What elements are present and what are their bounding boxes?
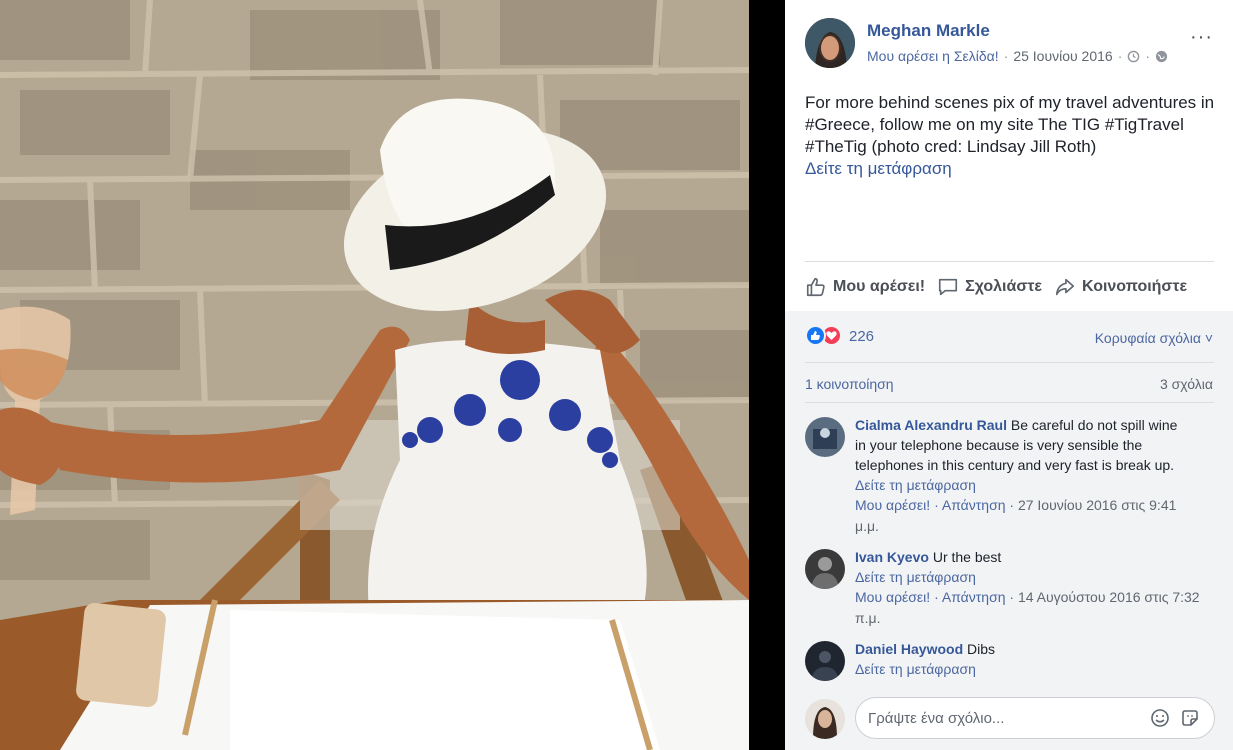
clock-icon: [1128, 50, 1140, 62]
comment-body: Cialma Alexandru Raul Be careful do not …: [855, 415, 1185, 475]
comment-item: Cialma Alexandru Raul Be careful do not …: [805, 415, 1214, 537]
photo-theater: Meghan Markle Μου αρέσει η Σελίδα! · 25 …: [0, 0, 1233, 750]
comment-actions: Μου αρέσει! · Απάντηση · 27 Ιουνίου 2016…: [855, 497, 1177, 534]
shares-count-link[interactable]: 1 κοινοποίηση: [805, 376, 894, 392]
commenter-name[interactable]: Ivan Kyevo: [855, 549, 929, 565]
current-user-avatar: [805, 699, 845, 739]
post-options-button[interactable]: ···: [1190, 27, 1213, 47]
comment-like-link[interactable]: Μου αρέσει!: [855, 589, 930, 605]
comment-input-wrapper: [855, 697, 1215, 739]
globe-icon: [1155, 50, 1168, 62]
post-text: For more behind scenes pix of my travel …: [805, 92, 1225, 180]
commenter-name[interactable]: Daniel Haywood: [855, 641, 963, 657]
comment-label: Σχολιάστε: [965, 277, 1042, 295]
like-label: Μου αρέσει!: [833, 277, 926, 295]
comment-text: Dibs: [967, 641, 996, 657]
post-meta: Μου αρέσει η Σελίδα! · 25 Ιουνίου 2016 ·…: [867, 48, 1168, 64]
avatar-image: [805, 18, 855, 68]
comment-icon: [939, 278, 958, 295]
emoji-icon[interactable]: [1150, 708, 1170, 728]
comment-button[interactable]: Σχολιάστε: [937, 276, 1042, 298]
comment-body: Daniel Haywood Dibs: [855, 639, 1185, 659]
divider: [805, 362, 1214, 363]
comment-body: Ivan Kyevo Ur the best: [855, 547, 1185, 567]
comment-like-link[interactable]: Μου αρέσει!: [855, 497, 930, 513]
post-body: For more behind scenes pix of my travel …: [805, 93, 1215, 156]
comment-item: Ivan Kyevo Ur the best Δείτε τη μετάφρασ…: [805, 547, 1214, 629]
comment-input[interactable]: [868, 706, 1138, 730]
comments-list: Cialma Alexandru Raul Be careful do not …: [805, 415, 1214, 687]
comment-sort-dropdown[interactable]: Κορυφαία σχόλια ˅: [1095, 330, 1213, 346]
commenter-name[interactable]: Cialma Alexandru Raul: [855, 417, 1007, 433]
meta-separator: ·: [1003, 48, 1009, 64]
post-photo[interactable]: [0, 0, 749, 750]
page-avatar[interactable]: [805, 18, 855, 68]
like-reaction-icon: [805, 325, 826, 346]
sticker-icon[interactable]: [1180, 708, 1200, 728]
comment-item: Daniel Haywood Dibs Δείτε τη μετάφραση: [805, 639, 1214, 681]
see-translation-link[interactable]: Δείτε τη μετάφραση: [805, 158, 1225, 180]
reaction-icons: [805, 325, 843, 347]
share-icon: [1055, 278, 1075, 295]
like-button[interactable]: Μου αρέσει!: [805, 276, 925, 298]
post-side-panel: Meghan Markle Μου αρέσει η Σελίδα! · 25 …: [785, 0, 1233, 750]
post-date[interactable]: 25 Ιουνίου 2016: [1013, 48, 1112, 64]
comment-actions: Μου αρέσει! · Απάντηση · 14 Αυγούστου 20…: [855, 589, 1200, 626]
share-button[interactable]: Κοινοποιήστε: [1054, 276, 1187, 298]
commenter-avatar[interactable]: [805, 641, 845, 681]
divider: [805, 402, 1214, 403]
commenter-avatar[interactable]: [805, 549, 845, 589]
comment-translation-link[interactable]: Δείτε τη μετάφραση: [855, 567, 1214, 587]
commenter-avatar[interactable]: [805, 417, 845, 457]
meta-separator: ·: [1117, 48, 1123, 64]
share-label: Κοινοποιήστε: [1082, 277, 1188, 295]
comment-translation-link[interactable]: Δείτε τη μετάφραση: [855, 659, 1214, 679]
comment-reply-link[interactable]: Απάντηση: [942, 497, 1006, 513]
feedback-area: 226 Κορυφαία σχόλια ˅ 1 κοινοποίηση 3 σχ…: [785, 311, 1233, 750]
comment-composer: [785, 687, 1233, 750]
comments-count[interactable]: 3 σχόλια: [1160, 376, 1213, 392]
reaction-count: 226: [849, 327, 875, 345]
reactions-summary[interactable]: 226: [805, 325, 874, 347]
post-actions: Μου αρέσει! Σχολιάστε Κοινοποιήστε: [805, 261, 1214, 311]
comment-reply-link[interactable]: Απάντηση: [942, 589, 1006, 605]
post-author[interactable]: Meghan Markle: [867, 21, 990, 41]
meta-separator: ·: [1145, 48, 1151, 64]
photo-illustration: [0, 0, 749, 750]
thumbs-up-icon: [806, 277, 825, 296]
comment-translation-link[interactable]: Δείτε τη μετάφραση: [855, 475, 1214, 495]
like-page-link[interactable]: Μου αρέσει η Σελίδα!: [867, 48, 999, 64]
post-header: Meghan Markle Μου αρέσει η Σελίδα! · 25 …: [785, 0, 1233, 90]
comment-text: Ur the best: [932, 549, 1002, 565]
